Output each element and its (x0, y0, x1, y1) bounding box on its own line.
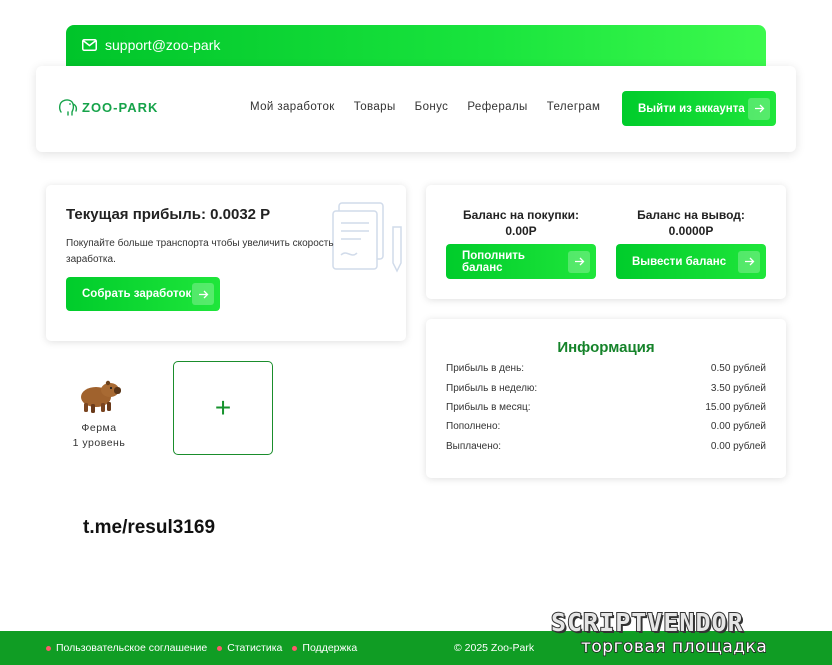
plus-icon: + (214, 392, 232, 423)
info-row: Пополнено: 0.00 рублей (446, 421, 766, 432)
withdraw-balance-button-label: Вывести баланс (632, 255, 727, 268)
footer-link-support[interactable]: Поддержка (292, 642, 357, 654)
watermark-title: SCRIPTVENDOR (550, 607, 744, 638)
withdraw-balance-button[interactable]: Вывести баланс (616, 244, 766, 279)
telegram-link-text: t.me/resul3169 (83, 517, 216, 538)
logo[interactable]: ZOO-PARK (58, 98, 158, 116)
info-row: Выплачено: 0.00 рублей (446, 441, 766, 452)
info-row-label: Выплачено: (446, 441, 502, 452)
footer-link-label: Поддержка (302, 642, 358, 654)
topup-balance-label: Пополнить баланс (462, 249, 525, 274)
info-row-label: Прибыль в день: (446, 363, 525, 374)
arrow-right-icon (568, 250, 590, 273)
add-item-button[interactable]: + (173, 361, 273, 455)
watermark-subtitle: торговая площадка (580, 636, 768, 657)
support-email-text: support@zoo-park (105, 37, 221, 53)
nav-referrals[interactable]: Рефералы (467, 101, 527, 113)
info-row-label: Пополнено: (446, 421, 501, 432)
info-row: Прибыль в неделю: 3.50 рублей (446, 383, 766, 394)
logout-button[interactable]: Выйти из аккаунта (622, 91, 776, 126)
page: support@zoo-park ZOO-PARK Мой заработок … (0, 0, 832, 665)
info-row-value: 0.50 рублей (710, 363, 766, 374)
arrow-right-icon (192, 283, 214, 305)
info-row: Прибыль в месяц: 15.00 рублей (446, 402, 766, 413)
info-row-label: Прибыль в неделю: (446, 383, 538, 394)
info-row-value: 3.50 рублей (710, 383, 766, 394)
bullet-dot-icon (46, 645, 51, 651)
profit-description: Покупайте больше транспорта чтобы увелич… (66, 238, 334, 265)
main-nav: Мой заработок Товары Бонус Рефералы Теле… (250, 101, 600, 113)
purchase-balance: Баланс на покупки: 0.00Р (446, 207, 596, 239)
scriptvendor-watermark: SCRIPTVENDOR торговая площадка (547, 607, 825, 661)
information-title: Информация (557, 339, 655, 356)
envelope-icon (82, 39, 97, 51)
site-header: ZOO-PARK Мой заработок Товары Бонус Рефе… (36, 66, 796, 152)
support-email[interactable]: support@zoo-park (82, 37, 220, 53)
collect-earnings-button[interactable]: Собрать заработок (66, 277, 220, 311)
footer-link-label: Статистика (227, 642, 283, 654)
logo-text: ZOO-PARK (82, 99, 159, 115)
arrow-right-icon (748, 97, 770, 120)
nav-products[interactable]: Товары (354, 101, 396, 113)
balance-card: Баланс на покупки: 0.00Р Баланс на вывод… (426, 185, 786, 299)
nav-bonus[interactable]: Бонус (415, 101, 449, 113)
farm-name: Ферма (81, 422, 117, 434)
info-row-value: 15.00 рублей (705, 402, 766, 413)
current-profit-card: Текущая прибыль: 0.0032 Р Покупайте боль… (46, 185, 406, 341)
info-row-value: 0.00 рублей (710, 421, 766, 432)
purchase-balance-label: Баланс на покупки: (463, 208, 579, 222)
info-row-label: Прибыль в месяц: (446, 402, 531, 413)
capybara-icon (81, 380, 121, 413)
farm-level: 1 уровень (72, 437, 126, 449)
bullet-dot-icon (292, 645, 298, 651)
information-card: Информация Прибыль в день: 0.50 рублей П… (426, 319, 786, 478)
topup-balance-button[interactable]: Пополнить баланс (446, 244, 596, 279)
withdraw-balance-label: Баланс на вывод: (637, 208, 745, 222)
info-row-value: 0.00 рублей (710, 441, 766, 452)
footer-link-statistics[interactable]: Статистика (217, 642, 282, 654)
nav-telegram[interactable]: Телеграм (547, 101, 601, 113)
withdraw-balance: Баланс на вывод: 0.0000Р (616, 207, 766, 239)
nav-my-earnings[interactable]: Мой заработок (250, 101, 335, 113)
bullet-dot-icon (217, 645, 223, 651)
farm-item[interactable]: Ферма 1 уровень (60, 370, 138, 451)
withdraw-balance-value: 0.0000Р (668, 224, 714, 238)
info-row: Прибыль в день: 0.50 рублей (446, 363, 766, 374)
footer-link-user-agreement[interactable]: Пользовательское соглашение (46, 642, 207, 654)
purchase-balance-value: 0.00Р (505, 224, 537, 238)
footer-links: Пользовательское соглашение Статистика П… (46, 642, 357, 654)
footer-copyright: © 2025 Zoo-Park (454, 642, 535, 654)
logout-button-label: Выйти из аккаунта (638, 102, 745, 115)
current-profit-title: Текущая прибыль: 0.0032 Р (66, 206, 271, 223)
arrow-right-icon (738, 250, 760, 273)
elephant-logo-icon (58, 99, 78, 116)
collect-earnings-label: Собрать заработок (82, 288, 192, 300)
footer-link-label: Пользовательское соглашение (56, 642, 208, 654)
